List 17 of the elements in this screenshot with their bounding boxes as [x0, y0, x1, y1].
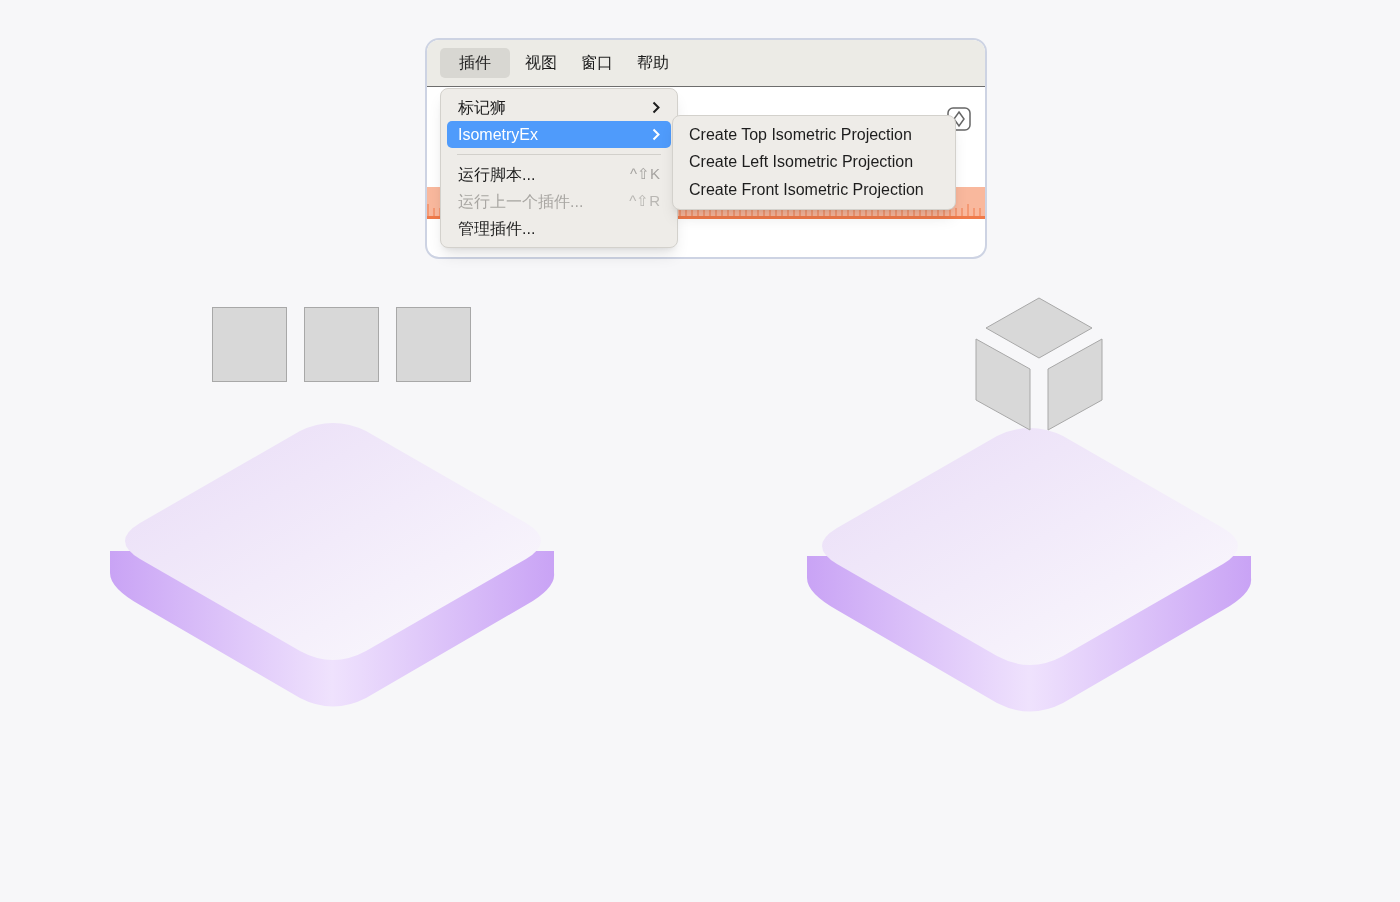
chevron-right-icon — [652, 128, 660, 141]
menu-bar-item[interactable]: 窗口 — [572, 48, 622, 78]
submenu-item[interactable]: Create Front Isometric Projection — [679, 176, 949, 204]
menu-item-label: 标记狮 — [458, 97, 506, 118]
menu-item-label: 管理插件... — [458, 218, 536, 239]
menu-bar-item[interactable]: 视图 — [516, 48, 566, 78]
menu-item-label: 运行脚本... — [458, 164, 536, 185]
chevron-right-icon — [652, 101, 660, 114]
menu-item[interactable]: 运行脚本... ^⇧K — [447, 161, 671, 188]
submenu-item[interactable]: Create Top Isometric Projection — [679, 121, 949, 149]
menu-item[interactable]: 标记狮 — [447, 94, 671, 121]
menu-item-label: IsometryEx — [458, 124, 538, 145]
menu-bar-item[interactable]: 帮助 — [628, 48, 678, 78]
menu-item[interactable]: 管理插件... — [447, 215, 671, 242]
shortcut-label: ^⇧K — [629, 164, 660, 185]
submenu-item[interactable]: Create Left Isometric Projection — [679, 148, 949, 176]
menu-bar-item[interactable]: 插件 — [440, 48, 510, 78]
